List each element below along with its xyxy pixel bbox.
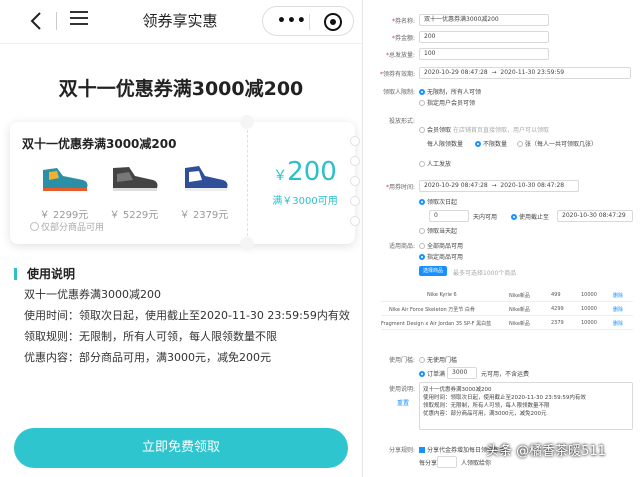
info-icon bbox=[30, 222, 39, 231]
sneaker-image bbox=[113, 167, 158, 191]
sneaker-image bbox=[43, 168, 88, 191]
usage-description-textarea[interactable]: 双十一优惠券满3000减200 使用时间：领取次日起，使用截止至2020-11-… bbox=[419, 382, 633, 430]
product-item[interactable]: ￥ 2299元 bbox=[32, 162, 96, 221]
coupon-name: 双十一优惠券满3000减200 bbox=[22, 137, 177, 151]
deadline-input[interactable]: 2020-10-30 08:47:29 bbox=[557, 210, 633, 222]
per-user-limit: 每人限领数量 bbox=[427, 141, 464, 148]
delete-link[interactable]: 删除 bbox=[613, 320, 623, 327]
per-user-option[interactable]: 不限数量 bbox=[475, 139, 507, 148]
usage-line: 使用时间：领取次日起，使用截止至2020-11-30 23:59:59内有效 bbox=[24, 309, 350, 322]
threshold-option[interactable]: 订单满 bbox=[419, 369, 445, 378]
product-price: ￥ 2379元 bbox=[179, 210, 229, 221]
share-count-input[interactable] bbox=[437, 456, 457, 468]
claim-date-range[interactable]: 2020-10-29 08:47:28 → 2020-11-30 23:59:5… bbox=[419, 67, 631, 79]
usage-line: 双十一优惠券满3000减200 bbox=[24, 288, 161, 301]
threshold-option[interactable]: 无使用门槛 bbox=[419, 355, 457, 364]
table-row: Nike Kyrie 6 Nike新品 499 10000 删除 bbox=[381, 288, 633, 302]
per-user-option[interactable]: 张（每人一共可领取几张） bbox=[517, 139, 597, 148]
amount-value: 200 bbox=[287, 157, 337, 187]
screenshot: 领券享实惠 ••• 双十一优惠券满3000减200 双十一优惠券满3000减20… bbox=[0, 0, 640, 477]
usage-section: 使用说明 双十一优惠券满3000减200 使用时间：领取次日起，使用截止至202… bbox=[14, 268, 354, 364]
select-goods-button[interactable]: 选择商品 bbox=[419, 266, 448, 276]
page-title: 双十一优惠券满3000减200 bbox=[58, 78, 304, 100]
use-date-range[interactable]: 2020-10-29 08:47:28 → 2020-10-30 08:47:2… bbox=[419, 180, 579, 192]
nav-separator bbox=[56, 12, 57, 30]
currency-symbol: ￥ bbox=[273, 168, 288, 184]
method-option[interactable]: 人工发放 bbox=[419, 159, 451, 168]
use-time-option[interactable]: 领取当天起 bbox=[419, 226, 457, 235]
product-price: ￥ 5229元 bbox=[109, 210, 159, 221]
use-time-option[interactable]: 使用截止至 bbox=[511, 212, 549, 221]
table-row: Fragment Design x Air Jordan 35 SP-F 黑白蓝… bbox=[381, 316, 633, 330]
amount-condition: 满￥3000可用 bbox=[272, 196, 338, 207]
product-item[interactable]: ￥ 2379元 bbox=[172, 162, 236, 221]
usage-line: 优惠内容：部分商品可用，满3000元，减免200元 bbox=[24, 351, 271, 364]
coupon-card[interactable]: 双十一优惠券满3000减200 ￥ 2299元 ￥ 5229元 ￥ 2379元 … bbox=[10, 115, 360, 251]
claim-limit-option[interactable]: 无限制，所有人可领 bbox=[419, 87, 481, 96]
goods-option[interactable]: 全部商品可用 bbox=[419, 241, 463, 250]
usage-line: 领取规则：无限制，所有人可领，每人限领数量不限 bbox=[24, 330, 277, 343]
valid-days-input[interactable]: 0 bbox=[429, 210, 469, 222]
delete-link[interactable]: 删除 bbox=[613, 306, 623, 313]
close-target-icon[interactable] bbox=[324, 13, 342, 31]
coupon-admin-form: *券名称: 双十一优惠券满3000减200 *券金额: 200 *总发放量: 1… bbox=[362, 0, 640, 477]
more-dots-icon[interactable]: ••• bbox=[277, 14, 307, 28]
total-quantity-input[interactable]: 100 bbox=[419, 48, 549, 60]
back-arrow-icon[interactable] bbox=[26, 10, 48, 32]
reset-button[interactable]: 重置 bbox=[397, 398, 409, 407]
coupon-amount: ￥200 满￥3000可用 bbox=[260, 158, 350, 207]
table-row: Nike Air Force Skeleton 万圣节 白骨 Nike新品 42… bbox=[381, 302, 633, 316]
usage-title: 使用说明 bbox=[14, 268, 354, 280]
nav-title: 领券享实惠 bbox=[142, 12, 218, 30]
use-time-option[interactable]: 领取次日起 bbox=[419, 197, 457, 206]
method-option[interactable]: 会员领取 在店铺首页直接领取，用户可以领取 bbox=[419, 125, 549, 134]
nav-bar: 领券享实惠 ••• bbox=[0, 0, 362, 44]
menu-icon[interactable] bbox=[70, 11, 88, 29]
claim-limit-option[interactable]: 指定用户会员可领 bbox=[419, 98, 475, 107]
mini-program-screen: 领券享实惠 ••• 双十一优惠券满3000减200 双十一优惠券满3000减20… bbox=[0, 0, 362, 477]
threshold-input[interactable]: 3000 bbox=[447, 367, 477, 379]
coupon-divider bbox=[247, 130, 248, 236]
coupon-amount-input[interactable]: 200 bbox=[419, 31, 549, 43]
watermark-text: 头条 @橘香茶暖511 bbox=[486, 444, 606, 459]
delete-link[interactable]: 删除 bbox=[613, 292, 623, 299]
sneaker-image bbox=[185, 166, 228, 191]
coupon-name-input[interactable]: 双十一优惠券满3000减200 bbox=[419, 14, 549, 26]
mini-program-capsule: ••• bbox=[262, 6, 354, 36]
selected-goods-table: Nike Kyrie 6 Nike新品 499 10000 删除 Nike Ai… bbox=[381, 288, 633, 330]
claim-coupon-button[interactable]: 立即免费领取 bbox=[14, 428, 348, 468]
goods-option[interactable]: 指定商品可用 bbox=[419, 252, 463, 261]
product-price: ￥ 2299元 bbox=[39, 210, 89, 221]
product-item[interactable]: ￥ 5229元 bbox=[102, 162, 166, 221]
coupon-note: 仅部分商品可用 bbox=[30, 220, 104, 233]
